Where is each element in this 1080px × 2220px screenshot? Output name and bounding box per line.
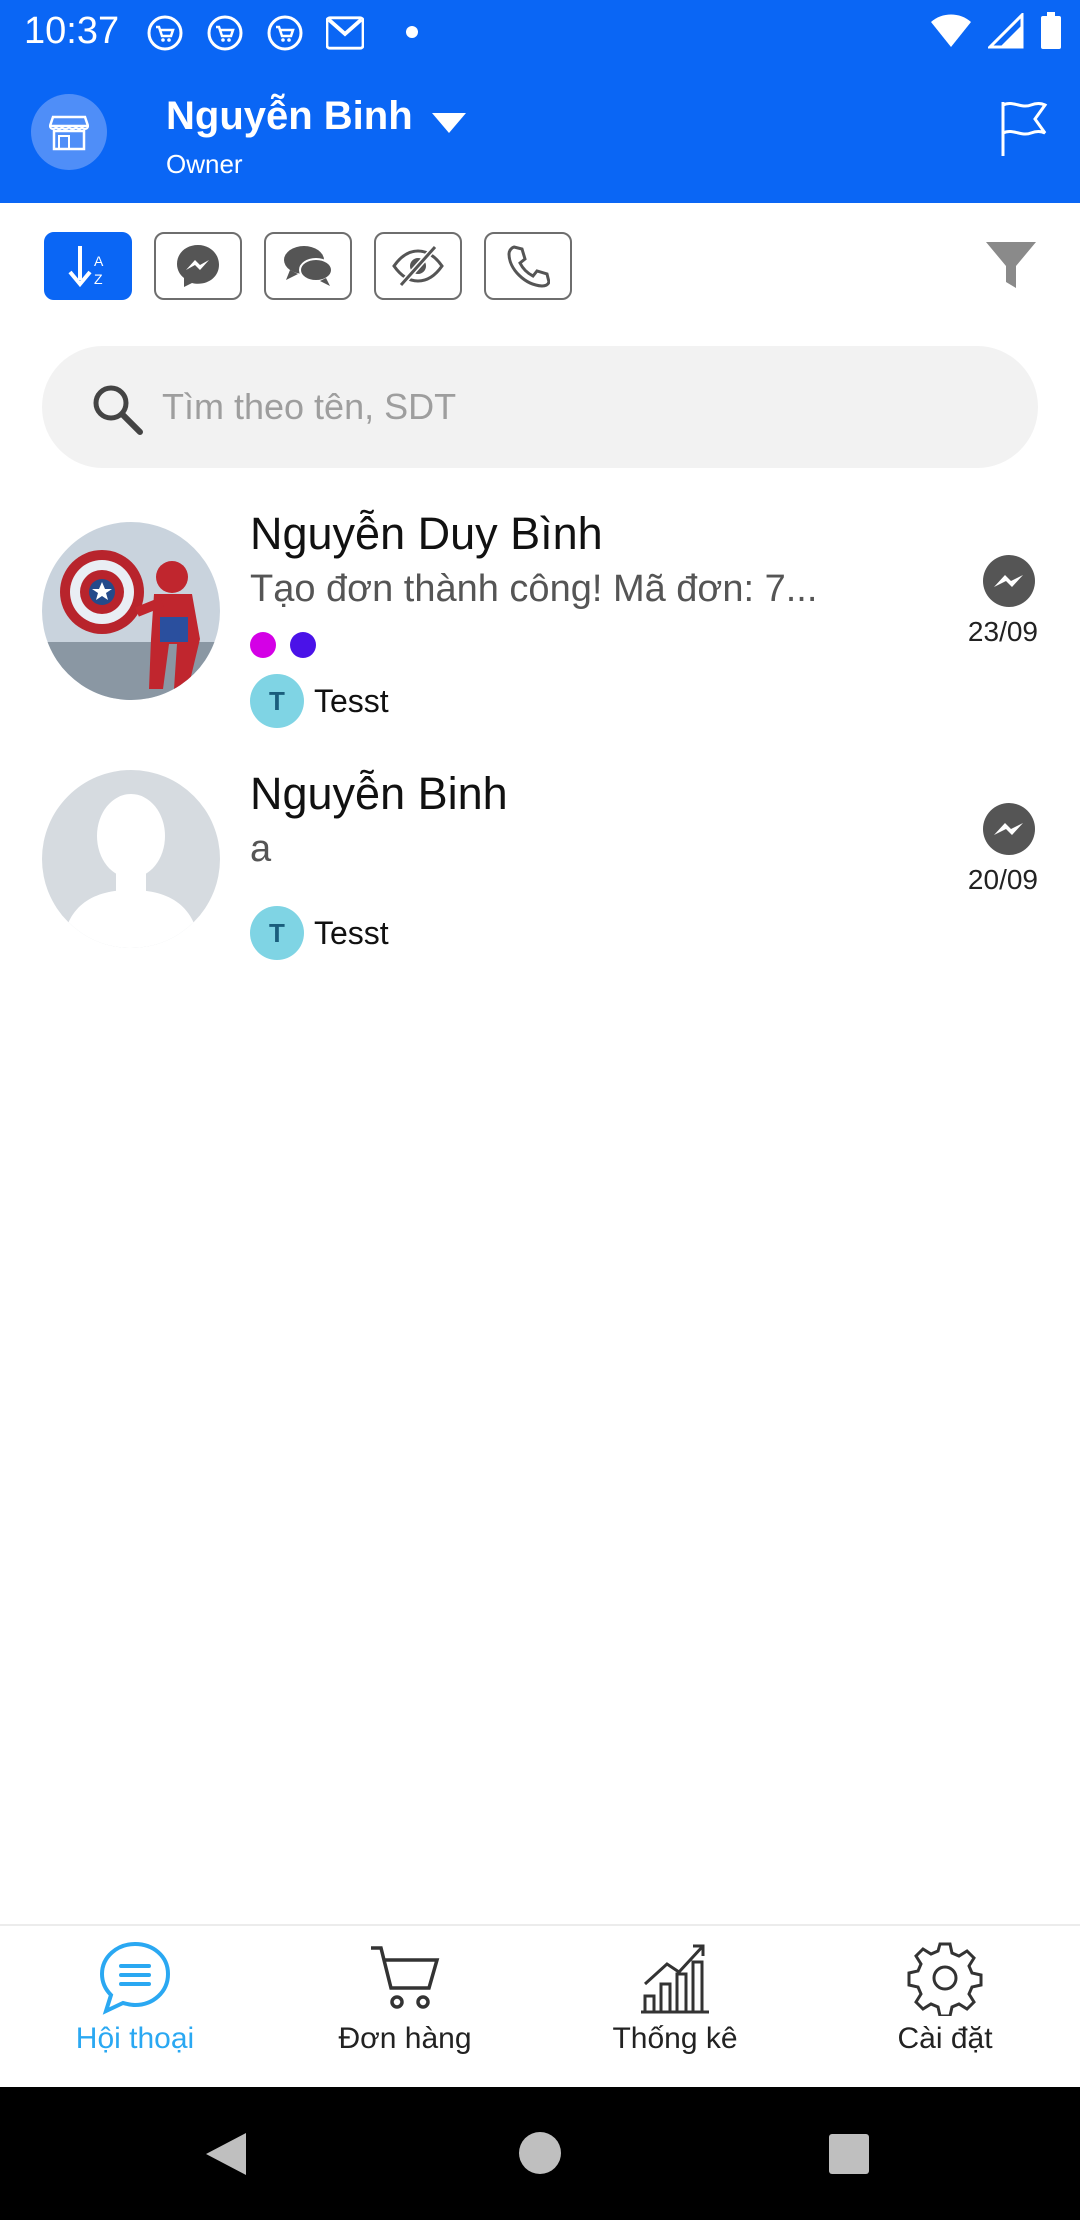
nav-orders[interactable]: Đơn hàng <box>270 1926 540 2089</box>
cart-icon <box>266 14 304 52</box>
search-box <box>42 346 1038 468</box>
hidden-filter-button[interactable] <box>374 232 462 300</box>
cart-icon <box>146 14 184 52</box>
header: 10:37 Nguyễn Binh Owner <box>0 0 1080 203</box>
phone-icon <box>507 245 550 288</box>
app-root: 10:37 Nguyễn Binh Owner A Z Tìm theo tên… <box>0 0 1080 2220</box>
comments-filter-button[interactable] <box>264 232 352 300</box>
messenger-icon <box>983 803 1035 855</box>
funnel-icon[interactable] <box>984 238 1038 292</box>
flag-icon[interactable] <box>998 100 1050 156</box>
store-icon[interactable] <box>31 94 107 170</box>
sort-az-button[interactable]: AZ <box>44 232 132 300</box>
bottom-nav: Hội thoại Đơn hàng Thống kê Cài đặt <box>0 1924 1080 2087</box>
sort-az-icon: AZ <box>68 246 104 288</box>
cellular-icon <box>988 13 1024 49</box>
battery-icon <box>1041 12 1061 49</box>
tag-dots <box>250 632 316 658</box>
avatar <box>42 770 220 948</box>
system-navigation-bar <box>0 2087 1080 2220</box>
account-name[interactable]: Nguyễn Binh <box>166 94 413 139</box>
last-message: a <box>250 828 272 870</box>
messenger-icon <box>983 555 1035 607</box>
nav-label: Hội thoại <box>75 2022 195 2055</box>
conversation-item[interactable]: Nguyễn Binh a T Tesst 20/09 <box>0 768 1080 1008</box>
conversation-date: 23/09 <box>967 616 1038 647</box>
eye-slash-icon <box>392 245 444 287</box>
last-message: Tạo đơn thành công! Mã đơn: 7... <box>250 568 818 610</box>
avatar <box>42 522 220 700</box>
cart-icon <box>367 1940 443 2016</box>
chat-icon <box>97 1940 173 2016</box>
nav-label: Thống kê <box>612 2022 738 2055</box>
assignee-name: Tesst <box>314 914 389 951</box>
gmail-icon <box>326 14 364 52</box>
account-role: Owner <box>166 149 243 179</box>
contact-name: Nguyễn Duy Bình <box>250 508 603 559</box>
status-time: 10:37 <box>24 10 120 52</box>
messenger-icon <box>177 245 219 287</box>
nav-label: Đơn hàng <box>338 2022 472 2055</box>
comments-icon <box>284 246 333 286</box>
assignee: T Tesst <box>250 674 389 728</box>
notification-icons <box>146 14 364 52</box>
contact-name: Nguyễn Binh <box>250 768 508 819</box>
assignee-badge: T <box>250 906 304 960</box>
assignee-name: Tesst <box>314 682 389 719</box>
conversation-item[interactable]: Nguyễn Duy Bình Tạo đơn thành công! Mã đ… <box>0 508 1080 748</box>
phone-filter-button[interactable] <box>484 232 572 300</box>
search-input[interactable] <box>162 346 1002 468</box>
dot-icon <box>406 26 418 38</box>
system-icons <box>930 12 1062 50</box>
gear-icon <box>907 1940 983 2016</box>
nav-settings[interactable]: Cài đặt <box>810 1926 1080 2089</box>
assignee-badge: T <box>250 674 304 728</box>
chart-icon <box>637 1940 713 2016</box>
nav-label: Cài đặt <box>897 2022 993 2055</box>
conversation-date: 20/09 <box>967 864 1038 895</box>
nav-statistics[interactable]: Thống kê <box>540 1926 810 2089</box>
cart-icon <box>206 14 244 52</box>
assignee: T Tesst <box>250 906 389 960</box>
chevron-down-icon[interactable] <box>432 113 466 133</box>
home-icon[interactable] <box>518 2131 562 2175</box>
nav-conversations[interactable]: Hội thoại <box>0 1926 270 2089</box>
tag-dot <box>290 632 316 658</box>
search-icon <box>93 385 143 435</box>
back-icon[interactable] <box>204 2131 248 2177</box>
app-bar: Nguyễn Binh Owner <box>0 66 1080 203</box>
messenger-filter-button[interactable] <box>154 232 242 300</box>
recents-icon[interactable] <box>828 2133 870 2175</box>
svg-text:Z: Z <box>94 271 103 287</box>
status-bar: 10:37 <box>0 0 1080 66</box>
tag-dot <box>250 632 276 658</box>
svg-text:A: A <box>94 253 104 269</box>
wifi-icon <box>931 14 971 47</box>
filter-row: AZ <box>0 230 1080 300</box>
